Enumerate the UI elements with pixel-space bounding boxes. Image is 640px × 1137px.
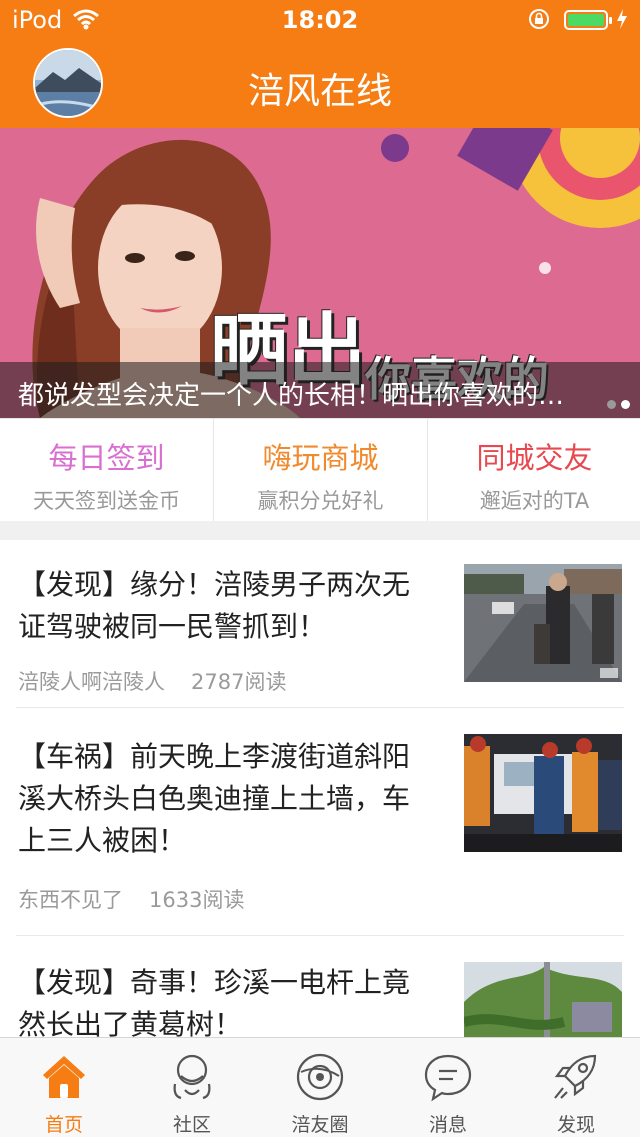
news-thumbnail: [464, 734, 622, 852]
news-title: 【发现】缘分！涪陵男子两次无证驾驶被同一民警抓到！: [18, 568, 411, 643]
quick-link-subtitle: 赢积分兑好礼: [257, 489, 384, 513]
carousel-indicator: [602, 386, 630, 416]
carousel-dot: [607, 400, 616, 409]
quick-link-checkin[interactable]: 每日签到 天天签到送金币: [0, 419, 213, 522]
battery-icon: [564, 10, 612, 30]
tab-label: 社区: [172, 1114, 211, 1136]
quick-link-mall[interactable]: 嗨玩商城 赢积分兑好礼: [213, 419, 427, 522]
friends-circle-icon: [296, 1053, 344, 1101]
tab-community[interactable]: 社区: [128, 1038, 256, 1137]
tab-label: 首页: [44, 1114, 83, 1136]
charging-icon: [616, 8, 628, 36]
home-icon: [43, 1056, 85, 1098]
news-author: 涪陵人啊涪陵人: [18, 670, 165, 694]
tab-discover[interactable]: 发现: [512, 1038, 640, 1137]
news-read-count: 2787阅读: [191, 670, 287, 694]
news-title: 【发现】奇事！珍溪一电杆上竟然长出了黄葛树！: [18, 966, 411, 1041]
carousel-dot-active: [621, 400, 630, 409]
tab-friends-circle[interactable]: 涪友圈: [256, 1038, 384, 1137]
section-spacer: [0, 521, 640, 540]
quick-link-title: 同城交友: [476, 441, 593, 475]
status-bar: iPod 18:02: [0, 0, 640, 40]
tab-label: 发现: [556, 1114, 595, 1136]
news-item[interactable]: 【发现】缘分！涪陵男子两次无证驾驶被同一民警抓到！ 涪陵人啊涪陵人 2787阅读: [0, 540, 640, 708]
quick-link-title: 嗨玩商城: [262, 441, 379, 475]
news-title: 【车祸】前天晚上李渡街道斜阳溪大桥头白色奥迪撞上土墙，车上三人被困！: [18, 740, 411, 857]
tab-home[interactable]: 首页: [0, 1038, 128, 1137]
tab-label: 消息: [428, 1114, 467, 1136]
app-header: iPod 18:02 涪风在线: [0, 0, 640, 128]
news-item[interactable]: 【车祸】前天晚上李渡街道斜阳溪大桥头白色奥迪撞上土墙，车上三人被困！ 东西不见了…: [0, 708, 640, 936]
tab-bar: 首页 社区 涪友圈 消息 发现: [0, 1037, 640, 1137]
rocket-icon: [554, 1054, 597, 1099]
community-icon: [173, 1054, 211, 1100]
news-thumbnail: [464, 564, 622, 682]
page-title: 涪风在线: [247, 71, 392, 112]
news-meta: 涪陵人啊涪陵人 2787阅读: [18, 666, 286, 696]
tab-label: 涪友圈: [291, 1114, 349, 1136]
quick-link-subtitle: 邂逅对的TA: [479, 489, 590, 513]
banner-caption[interactable]: 都说发型会决定一个人的长相！晒出你喜欢的发型: [0, 362, 640, 418]
news-item[interactable]: 【发现】奇事！珍溪一电杆上竟然长出了黄葛树！: [0, 936, 640, 1080]
tab-messages[interactable]: 消息: [384, 1038, 512, 1137]
news-meta: 东西不见了 1633阅读: [18, 884, 244, 914]
quick-link-title: 每日签到: [48, 441, 165, 475]
banner-caption-text: 都说发型会决定一个人的长相！晒出你喜欢的发型: [18, 381, 568, 411]
quick-link-dating[interactable]: 同城交友 邂逅对的TA: [427, 419, 640, 522]
quick-links: 每日签到 天天签到送金币 嗨玩商城 赢积分兑好礼 同城交友 邂逅对的TA: [0, 418, 640, 522]
rotation-lock-icon: [528, 8, 550, 36]
news-read-count: 1633阅读: [149, 888, 245, 912]
message-icon: [424, 1054, 472, 1102]
quick-link-subtitle: 天天签到送金币: [33, 489, 180, 513]
news-author: 东西不见了: [18, 888, 123, 912]
